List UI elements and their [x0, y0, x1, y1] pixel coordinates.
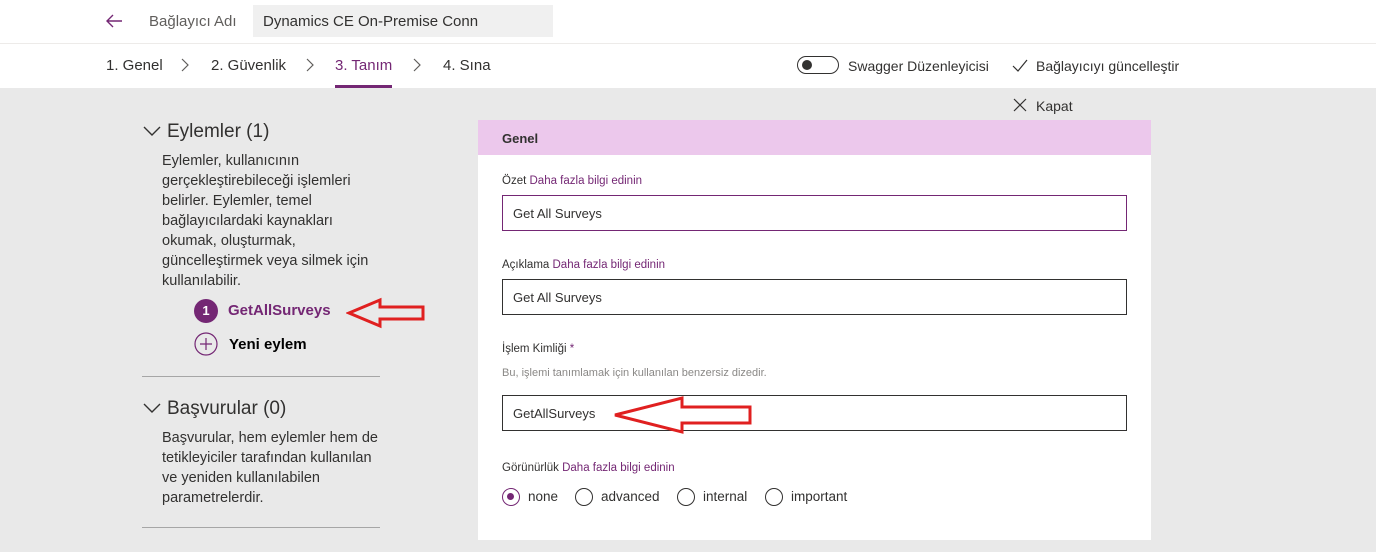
- radio-circle: [575, 488, 593, 506]
- back-arrow-icon[interactable]: [104, 11, 124, 31]
- general-panel: Genel Özet Daha fazla bilgi edinin Açıkl…: [478, 120, 1151, 540]
- operation-id-label-text: İşlem Kimliği: [502, 343, 567, 355]
- close-icon[interactable]: [1013, 98, 1027, 112]
- required-marker: *: [569, 343, 575, 355]
- actions-section-header[interactable]: Eylemler (1): [143, 121, 269, 143]
- description-label-text: Açıklama: [502, 259, 550, 271]
- operation-id-input[interactable]: [502, 395, 1127, 431]
- chevron-down-icon: [143, 403, 161, 413]
- operation-id-hint: Bu, işlemi tanımlamak için kullanılan be…: [502, 367, 767, 379]
- references-section-header[interactable]: Başvurular (0): [143, 398, 286, 420]
- description-learn-more-link[interactable]: Daha fazla bilgi edinin: [553, 259, 666, 271]
- radio-label: none: [528, 489, 559, 504]
- top-bar: Bağlayıcı Adı: [0, 0, 1376, 44]
- chevron-down-icon: [143, 126, 161, 136]
- toggle-knob: [802, 60, 812, 70]
- update-connector-button[interactable]: Bağlayıcıyı güncelleştir: [1036, 58, 1179, 74]
- connector-name-input[interactable]: [253, 5, 553, 37]
- references-description: Başvurular, hem eylemler hem de tetikley…: [162, 430, 378, 506]
- active-step-indicator: [335, 85, 392, 88]
- action-number-badge: 1: [194, 299, 218, 323]
- swagger-editor-label[interactable]: Swagger Düzenleyicisi: [848, 58, 989, 74]
- summary-label: Özet Daha fazla bilgi edinin: [502, 175, 642, 187]
- description-label: Açıklama Daha fazla bilgi edinin: [502, 259, 665, 271]
- chevron-right-icon: [306, 58, 314, 72]
- swagger-editor-toggle[interactable]: [797, 56, 839, 74]
- annotation-arrow-icon: [614, 396, 752, 434]
- annotation-arrow-icon: [346, 297, 425, 329]
- panel-header: Genel: [478, 120, 1151, 155]
- visibility-label-text: Görünürlük: [502, 462, 559, 474]
- radio-selected-dot: [507, 493, 514, 500]
- radio-label: internal: [703, 489, 748, 504]
- plus-circle-icon: [194, 332, 218, 356]
- sidebar-divider: [142, 527, 380, 528]
- new-action-label: Yeni eylem: [229, 336, 307, 353]
- connector-name-label: Bağlayıcı Adı: [149, 13, 237, 30]
- checkmark-icon[interactable]: [1012, 59, 1028, 73]
- radio-circle: [502, 488, 520, 506]
- step-definition[interactable]: 3. Tanım: [335, 57, 392, 74]
- action-label: GetAllSurveys: [228, 302, 331, 319]
- operation-id-label: İşlem Kimliği *: [502, 343, 574, 355]
- radio-label: important: [791, 489, 848, 504]
- chevron-right-icon: [413, 58, 421, 72]
- close-button[interactable]: Kapat: [1036, 98, 1073, 114]
- step-general[interactable]: 1. Genel: [106, 57, 163, 74]
- summary-learn-more-link[interactable]: Daha fazla bilgi edinin: [530, 175, 643, 187]
- visibility-label: Görünürlük Daha fazla bilgi edinin: [502, 462, 675, 474]
- visibility-learn-more-link[interactable]: Daha fazla bilgi edinin: [562, 462, 675, 474]
- summary-label-text: Özet: [502, 175, 527, 187]
- actions-description: Eylemler, kullanıcının gerçekleştirebile…: [162, 153, 369, 289]
- summary-input[interactable]: [502, 195, 1127, 231]
- panel-title: Genel: [502, 131, 539, 146]
- sidebar-divider: [142, 376, 380, 377]
- wizard-steps: 1. Genel 2. Güvenlik 3. Tanım 4. Sına Sw…: [0, 44, 1376, 88]
- actions-title: Eylemler (1): [167, 121, 270, 142]
- chevron-right-icon: [181, 58, 189, 72]
- radio-circle: [677, 488, 695, 506]
- step-security[interactable]: 2. Güvenlik: [211, 57, 286, 74]
- description-input[interactable]: [502, 279, 1127, 315]
- references-title: Başvurular (0): [167, 398, 287, 419]
- radio-circle: [765, 488, 783, 506]
- step-test[interactable]: 4. Sına: [443, 57, 491, 74]
- radio-label: advanced: [601, 489, 660, 504]
